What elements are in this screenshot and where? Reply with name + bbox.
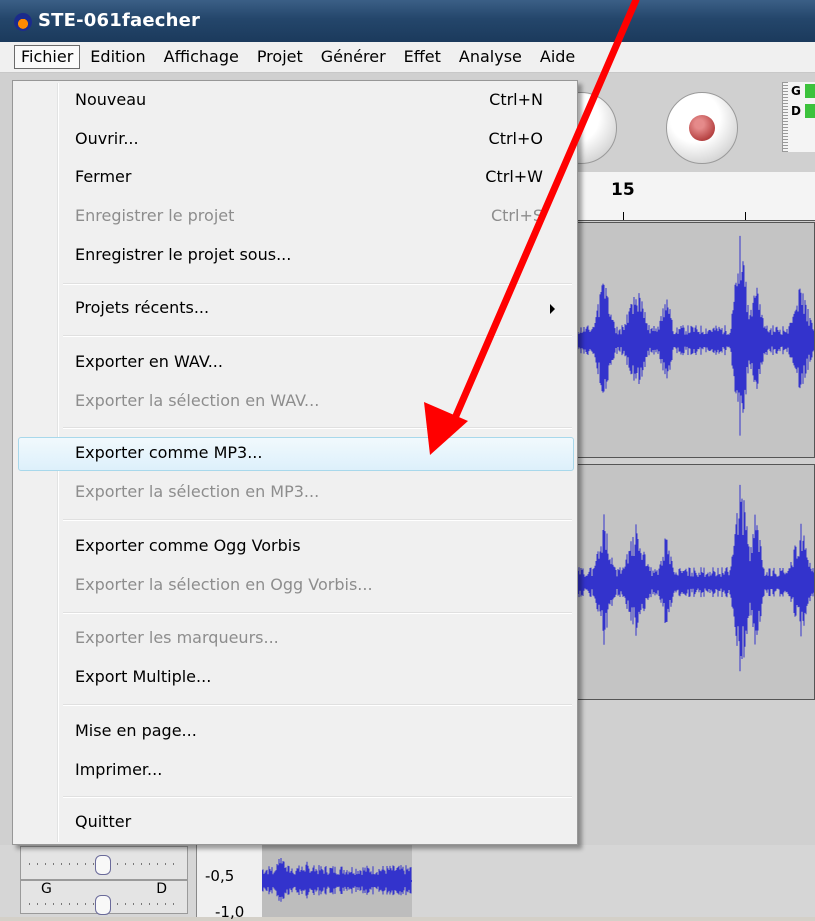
waveform-fragment — [261, 845, 412, 917]
menu-item-shortcut: Ctrl+N — [489, 90, 543, 109]
menu-item-label: Exporter comme MP3... — [75, 443, 263, 462]
menu-item-label: Exporter la sélection en MP3... — [75, 482, 320, 501]
menu-item-projets-recents[interactable]: Projets récents... — [13, 292, 577, 326]
menu-item-enregistrer-projet-sous[interactable]: Enregistrer le projet sous... — [13, 239, 577, 273]
menu-separator — [63, 796, 572, 798]
menu-item-label: Quitter — [75, 812, 132, 831]
menu-analyse[interactable]: Analyse — [451, 45, 530, 69]
menu-item-exporter-marqueurs[interactable]: Exporter les marqueurs... — [13, 622, 577, 656]
waveform-channel-left[interactable] — [575, 222, 815, 458]
menu-fichier[interactable]: Fichier — [14, 45, 81, 69]
menu-item-label: Mise en page... — [75, 721, 197, 740]
record-button[interactable] — [666, 92, 738, 164]
menu-item-enregistrer-projet[interactable]: Enregistrer le projet Ctrl+S — [13, 200, 577, 234]
menu-item-label: Exporter en WAV... — [75, 352, 223, 371]
amplitude-scale: -0,5 -1,0 — [196, 845, 264, 921]
menu-item-export-multiple[interactable]: Export Multiple... — [13, 661, 577, 695]
waveform-right — [576, 484, 814, 672]
pan-left-label: G — [41, 881, 52, 897]
record-icon — [689, 115, 715, 141]
menu-item-imprimer[interactable]: Imprimer... — [13, 754, 577, 788]
menu-item-exporter-wav[interactable]: Exporter en WAV... — [13, 346, 577, 380]
timeline-tick — [745, 212, 746, 220]
menu-item-label: Fermer — [75, 167, 132, 186]
menu-generer[interactable]: Générer — [313, 45, 394, 69]
menu-item-fermer[interactable]: Fermer Ctrl+W — [13, 161, 577, 195]
menu-item-label: Exporter la sélection en WAV... — [75, 391, 320, 410]
menu-item-quitter[interactable]: Quitter — [13, 806, 577, 840]
menu-item-label: Projets récents... — [75, 298, 210, 317]
pan-right-label: D — [156, 881, 167, 897]
menu-effet[interactable]: Effet — [396, 45, 449, 69]
menu-item-shortcut: Ctrl+O — [488, 129, 543, 148]
menu-item-shortcut: Ctrl+W — [485, 167, 543, 186]
menu-item-exporter-selection-mp3[interactable]: Exporter la sélection en MP3... — [13, 476, 577, 510]
menu-item-label: Nouveau — [75, 90, 147, 109]
submenu-arrow-icon — [550, 304, 555, 314]
gain-slider[interactable] — [20, 846, 188, 880]
meter-right-bar — [805, 104, 815, 118]
scale-label: -1,0 — [215, 903, 245, 921]
menu-item-label: Exporter comme Ogg Vorbis — [75, 536, 301, 555]
menu-item-shortcut: Ctrl+S — [490, 206, 543, 225]
fichier-dropdown-menu: Nouveau Ctrl+N Ouvrir... Ctrl+O Fermer C… — [12, 80, 578, 845]
menu-item-mise-en-page[interactable]: Mise en page... — [13, 715, 577, 749]
audacity-app-icon[interactable] — [14, 13, 32, 31]
menu-item-label: Exporter la sélection en Ogg Vorbis... — [75, 575, 373, 594]
waveform-left — [576, 235, 814, 436]
menu-item-label: Ouvrir... — [75, 129, 139, 148]
menu-aide[interactable]: Aide — [532, 45, 583, 69]
waveform-channel-right[interactable] — [575, 464, 815, 700]
menu-item-ouvrir[interactable]: Ouvrir... Ctrl+O — [13, 123, 577, 157]
menu-projet[interactable]: Projet — [249, 45, 311, 69]
menu-separator — [63, 335, 572, 337]
menu-item-exporter-mp3[interactable]: Exporter comme MP3... — [13, 437, 577, 471]
menu-affichage[interactable]: Affichage — [156, 45, 247, 69]
meter-right-label: D — [791, 104, 801, 118]
pan-slider[interactable]: G D — [20, 880, 188, 915]
gain-slider-thumb[interactable] — [95, 855, 111, 875]
menu-separator — [63, 612, 572, 614]
menu-item-exporter-selection-ogg[interactable]: Exporter la sélection en Ogg Vorbis... — [13, 569, 577, 603]
menu-item-label: Enregistrer le projet — [75, 206, 235, 225]
menu-item-exporter-ogg[interactable]: Exporter comme Ogg Vorbis — [13, 530, 577, 564]
menu-item-exporter-selection-wav[interactable]: Exporter la sélection en WAV... — [13, 385, 577, 419]
menu-separator — [63, 519, 572, 521]
toolbar-grip[interactable] — [783, 82, 788, 152]
menu-item-label: Enregistrer le projet sous... — [75, 245, 292, 264]
menu-bar: Fichier Edition Affichage Projet Générer… — [0, 42, 815, 73]
level-meter[interactable]: G D — [782, 82, 815, 152]
menu-separator — [63, 427, 572, 429]
waveform-fragment-svg — [261, 858, 412, 902]
menu-item-label: Exporter les marqueurs... — [75, 628, 279, 647]
pan-slider-thumb[interactable] — [95, 895, 111, 915]
timeline-tick — [623, 212, 624, 220]
window-title: STE-061faecher — [38, 10, 201, 31]
menu-separator — [63, 283, 572, 285]
window-title-bar: STE-061faecher — [0, 0, 815, 42]
meter-left-label: G — [791, 84, 801, 98]
timeline-ruler[interactable]: 15 — [575, 172, 815, 221]
menu-item-label: Imprimer... — [75, 760, 163, 779]
timeline-tick-label: 15 — [611, 180, 635, 200]
scale-label: -0,5 — [205, 867, 235, 885]
menu-separator — [63, 704, 572, 706]
meter-left-bar — [805, 84, 815, 98]
menu-item-nouveau[interactable]: Nouveau Ctrl+N — [13, 84, 577, 118]
menu-item-label: Export Multiple... — [75, 667, 212, 686]
menu-edition[interactable]: Edition — [82, 45, 153, 69]
